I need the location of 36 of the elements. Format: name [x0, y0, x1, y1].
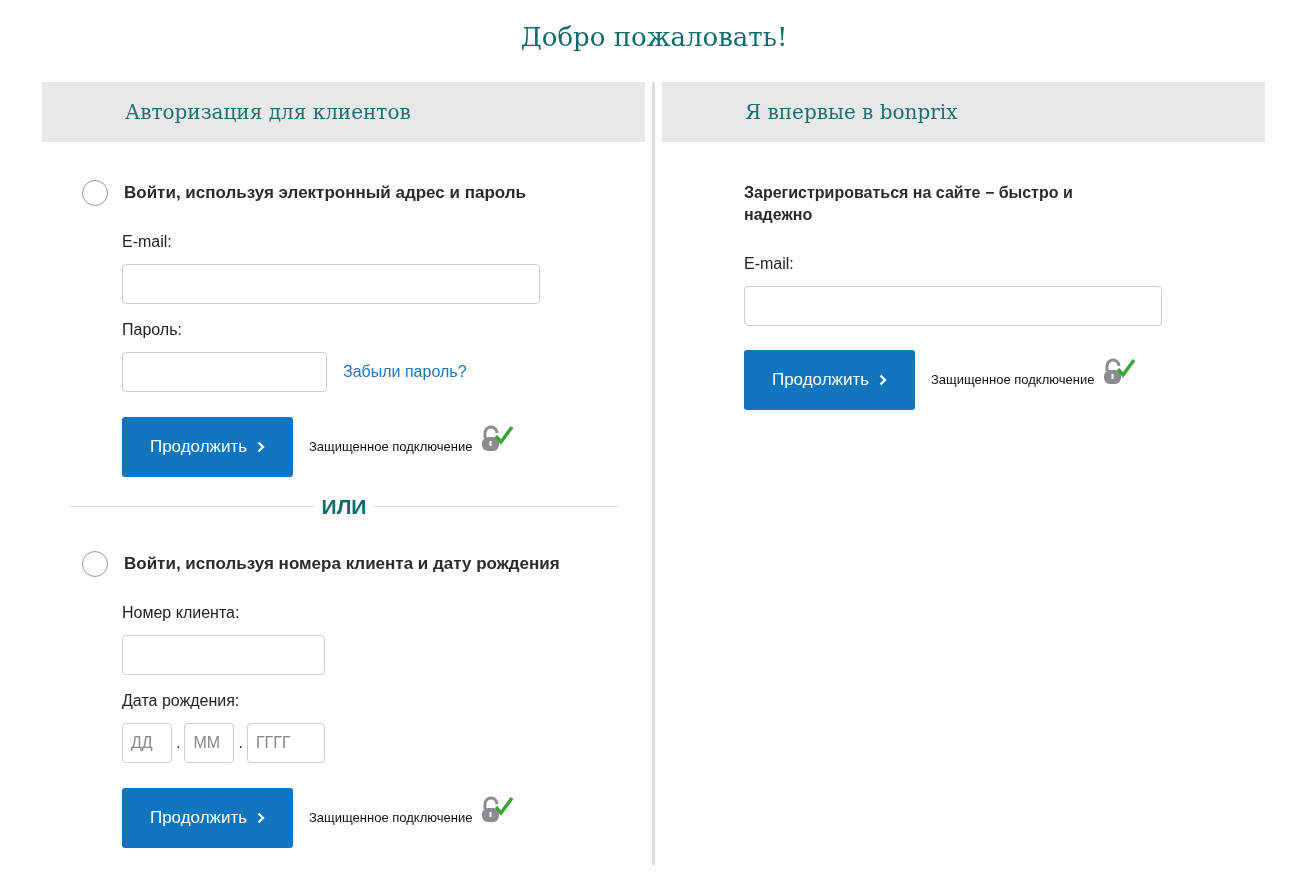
- chevron-icon: [879, 374, 888, 386]
- chevron-icon: [257, 811, 266, 824]
- customer-number-field[interactable]: [122, 634, 325, 675]
- date-field[interactable]: ДД: [122, 722, 172, 763]
- field-label: Пароль:: [122, 320, 182, 340]
- padlock-check-icon: [480, 424, 515, 454]
- option-label: Войти, используя номера клиента и дату рождения: [124, 552, 560, 575]
- or-separator: ИЛИ: [320, 494, 368, 520]
- field-label: E-mail:: [122, 232, 172, 252]
- date-separator: .: [238, 732, 243, 753]
- field-label: Дата рождения:: [122, 690, 240, 711]
- date-separator: .: [176, 732, 181, 753]
- option-label: Войти, используя электронный адрес и пароль: [124, 182, 526, 205]
- secure-connection-note: Защищенное подключение: [309, 808, 473, 827]
- chevron-icon: [257, 441, 266, 453]
- field-label: E-mail:: [744, 254, 794, 274]
- radio-button[interactable]: [82, 180, 108, 206]
- panel-heading: Авторизация для клиентов: [125, 99, 411, 126]
- radio-button[interactable]: [82, 550, 108, 577]
- password-field[interactable]: [122, 352, 327, 392]
- forgot-password-link[interactable]: Забыли пароль?: [343, 360, 467, 384]
- email-field[interactable]: [122, 264, 540, 304]
- page-title: Добро пожаловать!: [519, 21, 789, 54]
- email-field[interactable]: [744, 286, 1162, 326]
- date-field[interactable]: ММ: [184, 722, 235, 763]
- secure-connection-note: Защищенное подключение: [931, 371, 1095, 390]
- field-label: Номер клиента:: [122, 602, 240, 623]
- padlock-check-icon: [1102, 357, 1137, 387]
- padlock-check-icon: [480, 794, 515, 825]
- continue-button[interactable]: Продолжить: [122, 417, 293, 477]
- date-field[interactable]: ГГГГ: [246, 722, 325, 763]
- continue-button[interactable]: Продолжить: [744, 350, 915, 410]
- panel-heading: Я впервые в bonprix: [745, 99, 958, 126]
- continue-button[interactable]: Продолжить: [122, 787, 293, 848]
- secure-connection-note: Защищенное подключение: [309, 438, 473, 457]
- register-intro: Зарегистрироваться на сайте − быстро и надежно: [744, 183, 1074, 225]
